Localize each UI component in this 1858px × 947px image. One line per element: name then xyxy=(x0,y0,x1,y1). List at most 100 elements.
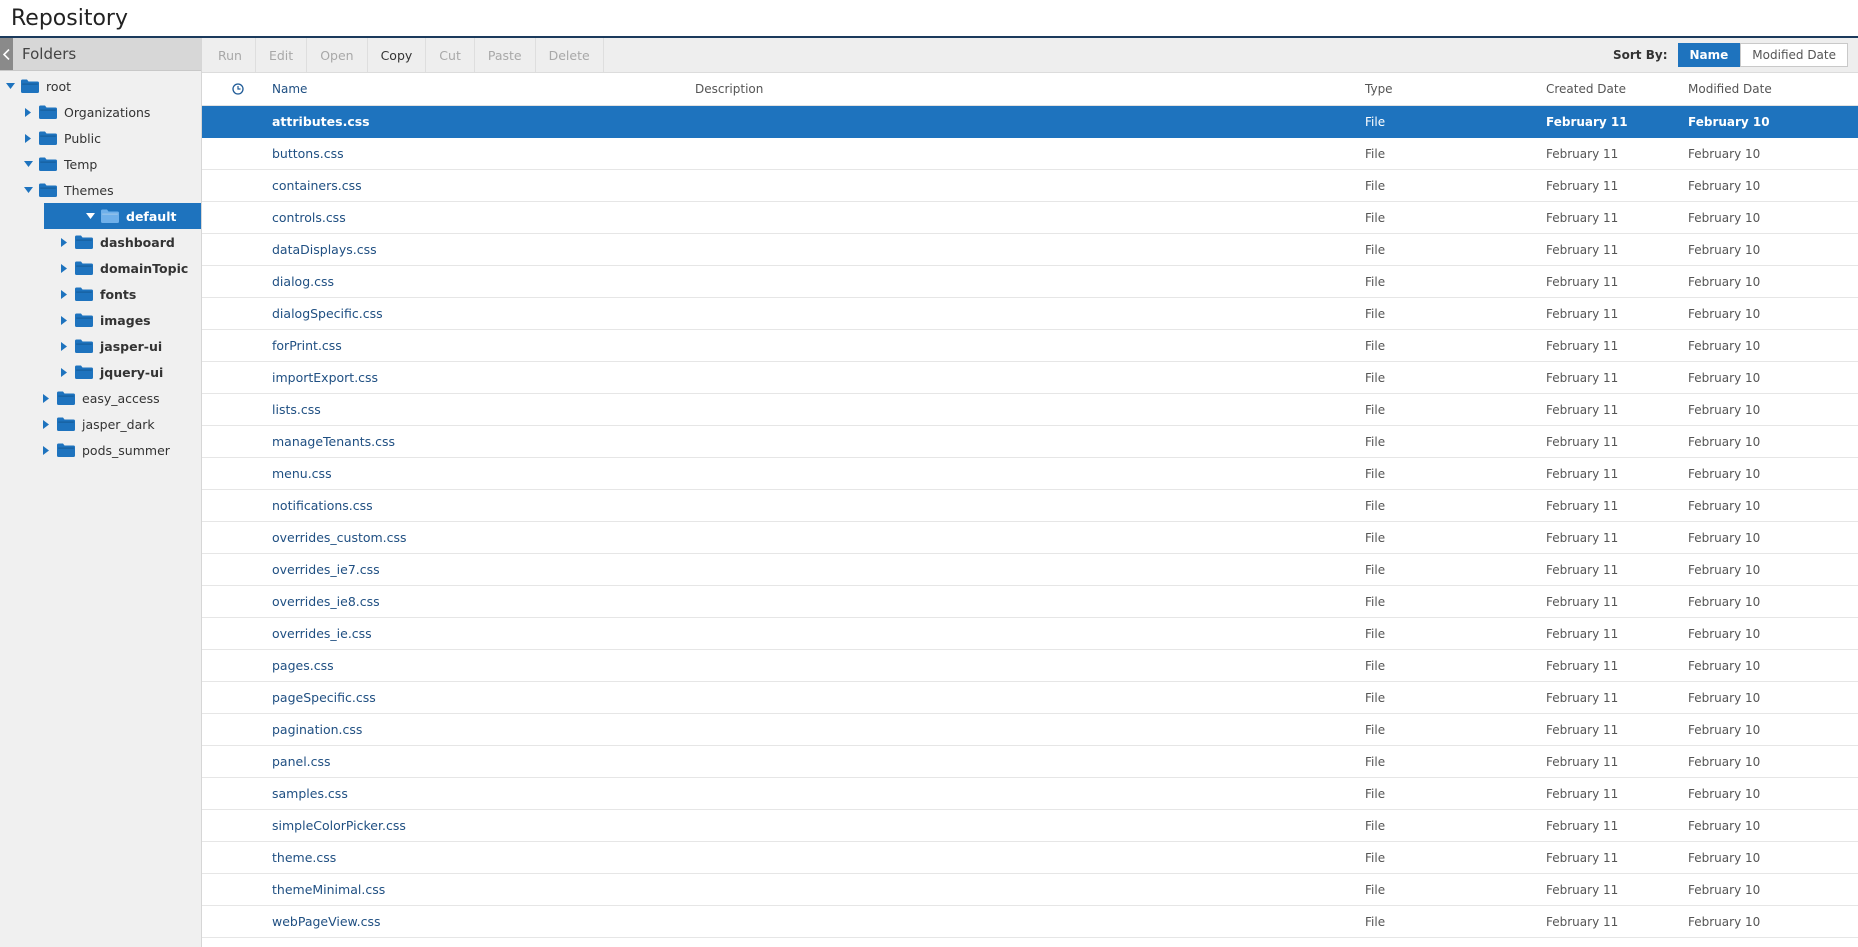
triangle-down-icon[interactable] xyxy=(5,81,15,91)
triangle-right-icon[interactable] xyxy=(59,315,69,325)
triangle-right-icon[interactable] xyxy=(41,445,51,455)
folder-node-images[interactable]: images xyxy=(0,307,201,333)
folder-node-public[interactable]: Public xyxy=(0,125,201,151)
folder-node-jquery-ui[interactable]: jquery-ui xyxy=(0,359,201,385)
table-row[interactable]: dataDisplays.css File February 11 February … xyxy=(202,234,1858,266)
folder-label: dashboard xyxy=(100,234,175,250)
triangle-down-icon[interactable] xyxy=(23,185,33,195)
table-row[interactable]: theme.css File February 11 February 10 xyxy=(202,842,1858,874)
resource-name-link[interactable]: pagination.css xyxy=(272,714,362,745)
table-row[interactable]: pages.css File February 11 February 10 xyxy=(202,650,1858,682)
delete-button[interactable]: Delete xyxy=(536,38,604,72)
triangle-right-icon[interactable] xyxy=(59,263,69,273)
resource-name-link[interactable]: theme.css xyxy=(272,842,336,873)
resource-name-link[interactable]: samples.css xyxy=(272,778,348,809)
resource-modified-date: February 10 xyxy=(1688,594,1761,609)
folder-node-jasper-ui[interactable]: jasper-ui xyxy=(0,333,201,359)
resource-name-link[interactable]: manageTenants.css xyxy=(272,426,395,457)
paste-button[interactable]: Paste xyxy=(475,38,536,72)
sort-by-name-button[interactable]: Name xyxy=(1677,43,1741,67)
resource-name-link[interactable]: simpleColorPicker.css xyxy=(272,810,406,841)
table-row[interactable]: pagination.css File February 11 February 10 xyxy=(202,714,1858,746)
table-row[interactable]: attributes.css File February 11 February 10 xyxy=(202,106,1858,138)
table-row[interactable]: themeMinimal.css File February 11 February … xyxy=(202,874,1858,906)
resource-name-link[interactable]: dialogSpecific.css xyxy=(272,298,383,329)
resource-name-link[interactable]: notifications.css xyxy=(272,490,373,521)
triangle-right-icon[interactable] xyxy=(41,419,51,429)
table-row[interactable]: overrides_ie.css File February 11 February … xyxy=(202,618,1858,650)
resource-name-link[interactable]: attributes.css xyxy=(272,106,370,137)
column-chooser[interactable] xyxy=(232,73,244,105)
triangle-right-icon[interactable] xyxy=(59,237,69,247)
resource-name-link[interactable]: themeMinimal.css xyxy=(272,874,385,905)
column-header-name[interactable]: Name xyxy=(272,73,307,105)
resource-name-link[interactable]: dialog.css xyxy=(272,266,334,297)
triangle-down-icon[interactable] xyxy=(23,159,33,169)
open-button[interactable]: Open xyxy=(307,38,368,72)
resource-name-link[interactable]: panel.css xyxy=(272,746,331,777)
triangle-right-icon[interactable] xyxy=(59,341,69,351)
resource-name-link[interactable]: buttons.css xyxy=(272,138,344,169)
table-row[interactable]: dialogSpecific.css File February 11 Februar… xyxy=(202,298,1858,330)
triangle-right-icon[interactable] xyxy=(23,133,33,143)
folder-node-domaintopic[interactable]: domainTopic xyxy=(0,255,201,281)
table-row[interactable]: lists.css File February 11 February 10 xyxy=(202,394,1858,426)
resource-name-link[interactable]: overrides_custom.css xyxy=(272,522,407,553)
table-row[interactable]: importExport.css File February 11 February … xyxy=(202,362,1858,394)
triangle-right-icon[interactable] xyxy=(41,393,51,403)
folder-node-themes[interactable]: Themes xyxy=(0,177,201,203)
table-row[interactable]: simpleColorPicker.css File February 11 Febr… xyxy=(202,810,1858,842)
table-row[interactable]: controls.css File February 11 February 10 xyxy=(202,202,1858,234)
resource-name-link[interactable]: importExport.css xyxy=(272,362,378,393)
toolbar: Run Edit Open Copy Cut Paste Delete Sort By: N… xyxy=(202,38,1858,73)
resource-name-link[interactable]: overrides_ie8.css xyxy=(272,586,380,617)
resource-name-link[interactable]: webPageView.css xyxy=(272,906,381,937)
table-row[interactable]: manageTenants.css File February 11 February… xyxy=(202,426,1858,458)
resource-type: File xyxy=(1365,178,1386,193)
copy-button[interactable]: Copy xyxy=(368,38,427,72)
resource-name-link[interactable]: pages.css xyxy=(272,650,334,681)
table-row[interactable]: samples.css File February 11 February 10 xyxy=(202,778,1858,810)
triangle-right-icon[interactable] xyxy=(59,289,69,299)
edit-button[interactable]: Edit xyxy=(256,38,308,72)
folder-node-dashboard[interactable]: dashboard xyxy=(0,229,201,255)
table-row[interactable]: webPageView.css File February 11 February 1… xyxy=(202,906,1858,938)
table-row[interactable]: notifications.css File February 11 February… xyxy=(202,490,1858,522)
resource-name-link[interactable]: overrides_ie.css xyxy=(272,618,372,649)
table-row[interactable]: overrides_ie8.css File February 11 February… xyxy=(202,586,1858,618)
cut-button[interactable]: Cut xyxy=(426,38,475,72)
folder-node-easy-access[interactable]: easy_access xyxy=(0,385,201,411)
table-row[interactable]: panel.css File February 11 February 10 xyxy=(202,746,1858,778)
table-row[interactable]: menu.css File February 11 February 10 xyxy=(202,458,1858,490)
table-row[interactable]: pageSpecific.css File February 11 February … xyxy=(202,682,1858,714)
folder-node-temp[interactable]: Temp xyxy=(0,151,201,177)
folder-node-fonts[interactable]: fonts xyxy=(0,281,201,307)
resource-name-link[interactable]: containers.css xyxy=(272,170,362,201)
triangle-down-icon[interactable] xyxy=(85,211,95,221)
table-row[interactable]: forPrint.css File February 11 February 10 xyxy=(202,330,1858,362)
table-row[interactable]: containers.css File February 11 February 10 xyxy=(202,170,1858,202)
table-row[interactable]: overrides_custom.css File February 11 Febru… xyxy=(202,522,1858,554)
triangle-right-icon[interactable] xyxy=(23,107,33,117)
folder-node-pods-summer[interactable]: pods_summer xyxy=(0,437,201,463)
run-button[interactable]: Run xyxy=(202,38,256,72)
sort-by-modified-date-button[interactable]: Modified Date xyxy=(1740,43,1848,67)
triangle-right-icon[interactable] xyxy=(59,367,69,377)
resource-name-link[interactable]: overrides_ie7.css xyxy=(272,554,380,585)
resource-name-link[interactable]: menu.css xyxy=(272,458,332,489)
resource-name-link[interactable]: dataDisplays.css xyxy=(272,234,377,265)
resource-name-link[interactable]: forPrint.css xyxy=(272,330,342,361)
collapse-panel-button[interactable] xyxy=(0,38,13,70)
resource-name-link[interactable]: lists.css xyxy=(272,394,321,425)
table-row[interactable]: overrides_ie7.css File February 11 February… xyxy=(202,554,1858,586)
folder-node-jasper-dark[interactable]: jasper_dark xyxy=(0,411,201,437)
resource-created-date: February 11 xyxy=(1546,914,1619,929)
resource-name-link[interactable]: controls.css xyxy=(272,202,346,233)
table-header: Name Description Type Created Date Modif… xyxy=(202,73,1858,106)
folder-node-default[interactable]: default xyxy=(44,203,201,229)
resource-name-link[interactable]: pageSpecific.css xyxy=(272,682,376,713)
table-row[interactable]: buttons.css File February 11 February 10 xyxy=(202,138,1858,170)
table-row[interactable]: dialog.css File February 11 February 10 xyxy=(202,266,1858,298)
folder-node-root[interactable]: root xyxy=(0,73,201,99)
folder-node-organizations[interactable]: Organizations xyxy=(0,99,201,125)
